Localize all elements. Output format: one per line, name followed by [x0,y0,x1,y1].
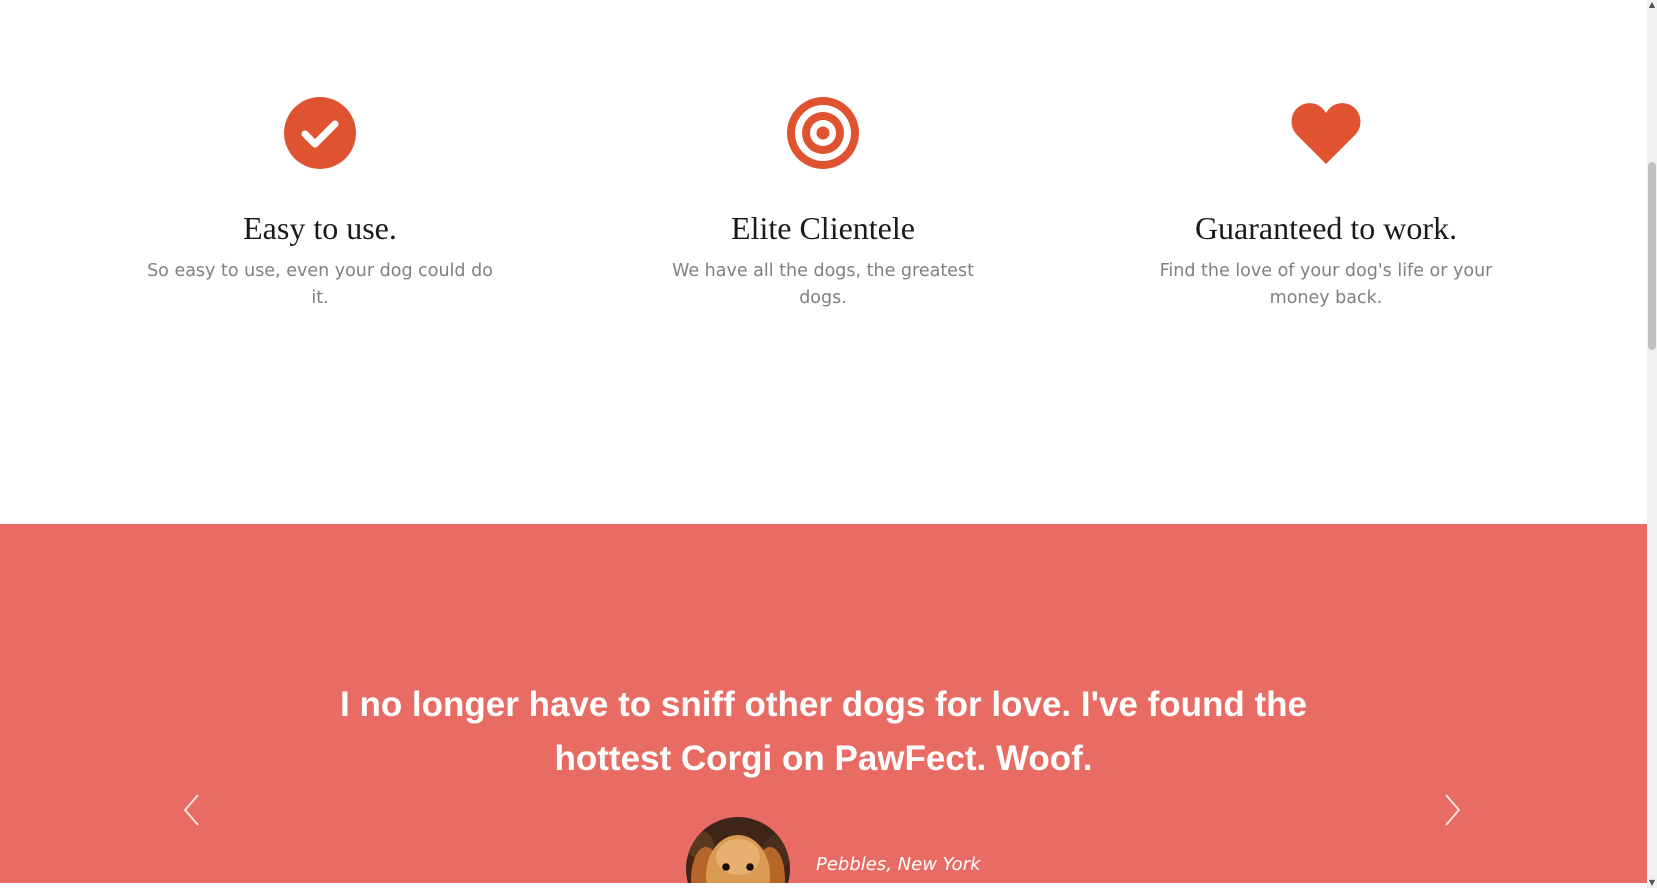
bullseye-icon [787,97,859,169]
testimonial-author: Pebbles, New York [816,854,981,875]
carousel-prev-button[interactable] [180,792,204,828]
feature-title: Elite Clientele [731,210,915,246]
check-circle-icon [284,97,356,169]
page: Easy to use. So easy to use, even your d… [0,0,1657,888]
scroll-up-arrow-icon[interactable]: ▲ [1647,0,1657,10]
feature-guaranteed: Guaranteed to work. Find the love of you… [1146,96,1506,312]
scrollbar-thumb[interactable] [1648,162,1656,350]
feature-title: Easy to use. [243,210,397,246]
feature-title: Guaranteed to work. [1194,210,1458,246]
features-section: Easy to use. So easy to use, even your d… [0,0,1647,524]
page-content: Easy to use. So easy to use, even your d… [0,0,1647,883]
heart-icon [1291,103,1361,164]
chevron-left-icon [183,794,199,826]
scroll-down-arrow-icon[interactable]: ▼ [1647,878,1657,888]
testimonial-section: I no longer have to sniff other dogs for… [0,524,1647,883]
dog-avatar-image [686,817,790,883]
dog-avatar [686,817,790,883]
feature-description: Find the love of your dog's life or your… [1159,261,1493,308]
chevron-right-icon [1445,794,1461,826]
feature-elite-clientele: Elite Clientele We have all the dogs, th… [643,96,1003,312]
carousel-next-button[interactable] [1440,792,1464,828]
feature-description: So easy to use, even your dog could do i… [147,261,493,308]
testimonial-quote: I no longer have to sniff other dogs for… [340,685,1307,778]
feature-description: We have all the dogs, the greatest dogs. [672,261,974,308]
feature-easy-to-use: Easy to use. So easy to use, even your d… [140,96,500,312]
vertical-scrollbar[interactable]: ▲ ▼ [1647,0,1657,888]
